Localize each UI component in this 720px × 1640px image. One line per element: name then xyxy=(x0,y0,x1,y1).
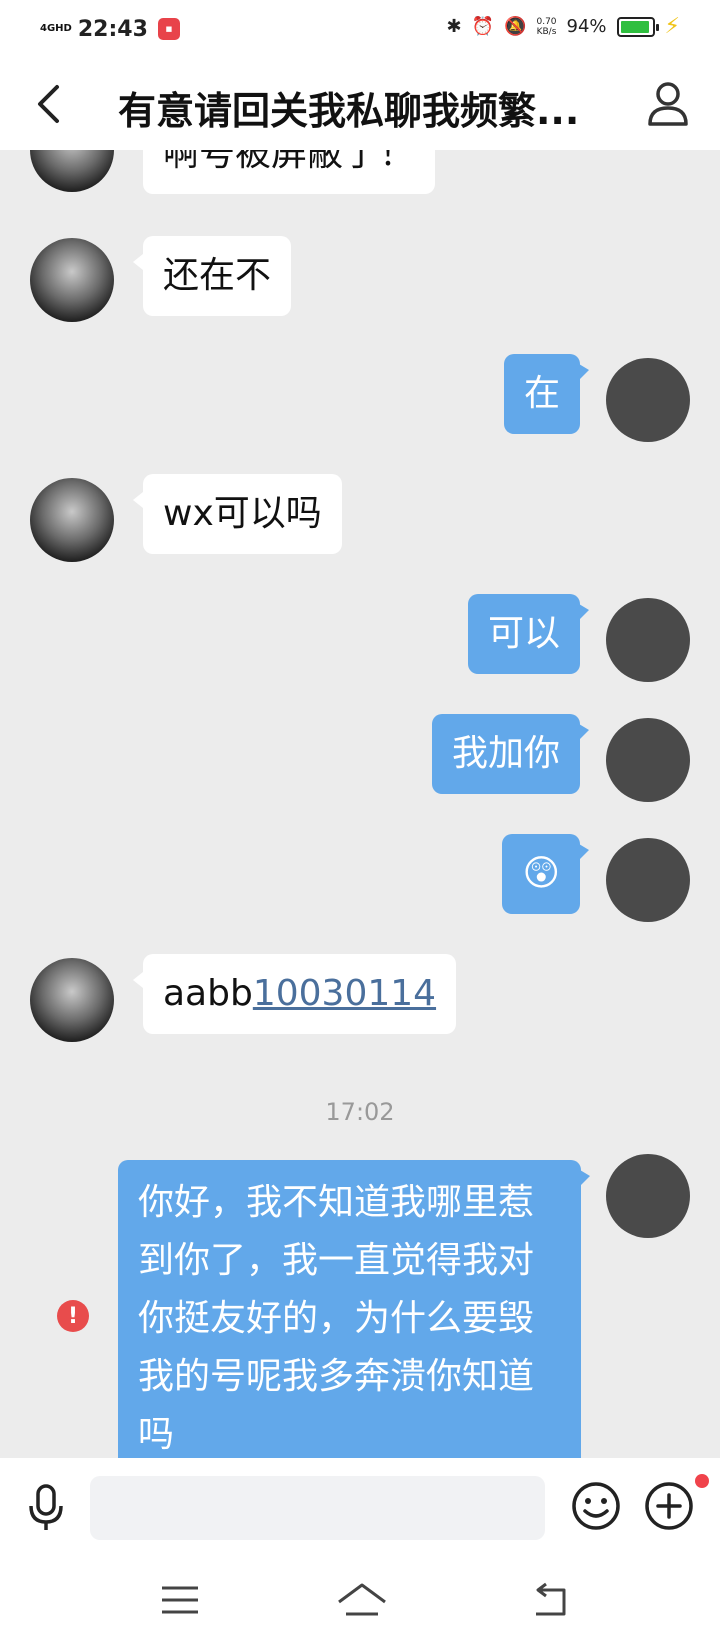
incoming-message[interactable]: wx可以吗 xyxy=(133,474,342,554)
notification-dot xyxy=(695,1474,709,1488)
contact-avatar[interactable] xyxy=(30,958,114,1042)
home-button[interactable] xyxy=(336,1582,388,1618)
outgoing-message[interactable]: 在 xyxy=(503,354,590,434)
outgoing-message[interactable]: 我加你 xyxy=(431,714,590,794)
smiley-icon xyxy=(572,1482,620,1530)
contact-avatar[interactable] xyxy=(30,478,114,562)
more-button[interactable] xyxy=(643,1480,695,1532)
chevron-left-icon xyxy=(38,85,59,123)
back-button[interactable] xyxy=(28,82,68,126)
microphone-icon xyxy=(29,1484,63,1530)
plus-circle-icon xyxy=(645,1482,693,1530)
app-notification-icon: ■ xyxy=(157,18,180,40)
input-bar xyxy=(0,1458,720,1558)
outgoing-emoji-message[interactable]: 😲 xyxy=(502,834,589,914)
incoming-message[interactable]: aabb10030114 xyxy=(132,954,457,1034)
network-indicator: 4GHD xyxy=(40,23,72,34)
my-avatar[interactable] xyxy=(606,358,690,442)
voice-button[interactable] xyxy=(24,1482,68,1534)
battery-icon xyxy=(616,16,659,37)
my-avatar[interactable] xyxy=(606,838,690,922)
bluetooth-icon: ✱ xyxy=(446,16,462,37)
chat-title: 有意请回关我私聊我频繁... xyxy=(118,89,580,133)
incoming-message[interactable]: 啊号被屏蔽了！ xyxy=(143,150,436,194)
network-speed: 0.70 KB/s xyxy=(536,16,557,37)
status-bar: 4GHD 22:43 ■ ✱ ⏰ 🔕 0.70 KB/s 94% ⚡ xyxy=(0,0,720,58)
chat-header: 有意请回关我私聊我频繁... xyxy=(0,58,720,150)
phone-number-link[interactable]: 10030114 xyxy=(253,973,436,1014)
message-list[interactable]: 啊号被屏蔽了！ 还在不 在 wx可以吗 可以 我加你 😲 aabb1003011… xyxy=(0,150,720,1458)
menu-button[interactable] xyxy=(158,1582,202,1618)
person-icon xyxy=(648,82,688,126)
outgoing-message[interactable]: 你好，我不知道我哪里惹到你了，我一直觉得我对你挺友好的，为什么要毁我的号呢我多奔… xyxy=(118,1160,590,1458)
mute-icon: 🔕 xyxy=(504,16,527,37)
contact-avatar[interactable] xyxy=(30,150,114,192)
my-avatar[interactable] xyxy=(606,718,690,802)
home-icon xyxy=(338,1583,386,1616)
emoji-button[interactable] xyxy=(570,1480,622,1532)
message-input[interactable] xyxy=(90,1476,545,1540)
astonished-face-emoji: 😲 xyxy=(522,853,560,894)
message-timestamp: 17:02 xyxy=(325,1098,395,1126)
charging-icon: ⚡ xyxy=(664,14,680,39)
return-icon xyxy=(536,1582,566,1616)
outgoing-message[interactable]: 可以 xyxy=(467,594,590,674)
back-nav-button[interactable] xyxy=(528,1582,572,1618)
menu-icon xyxy=(162,1586,198,1614)
status-icons: ✱ ⏰ 🔕 0.70 KB/s 94% ⚡ xyxy=(447,14,680,39)
profile-button[interactable] xyxy=(646,80,690,128)
send-failed-icon[interactable]: ! xyxy=(57,1300,89,1332)
alarm-icon: ⏰ xyxy=(471,16,495,37)
system-nav-bar xyxy=(0,1558,720,1640)
contact-avatar[interactable] xyxy=(30,238,114,322)
incoming-message[interactable]: 还在不 xyxy=(132,236,292,316)
clock: 22:43 xyxy=(77,16,148,42)
my-avatar[interactable] xyxy=(606,1154,690,1238)
my-avatar[interactable] xyxy=(606,598,690,682)
battery-percent: 94% xyxy=(566,16,607,37)
